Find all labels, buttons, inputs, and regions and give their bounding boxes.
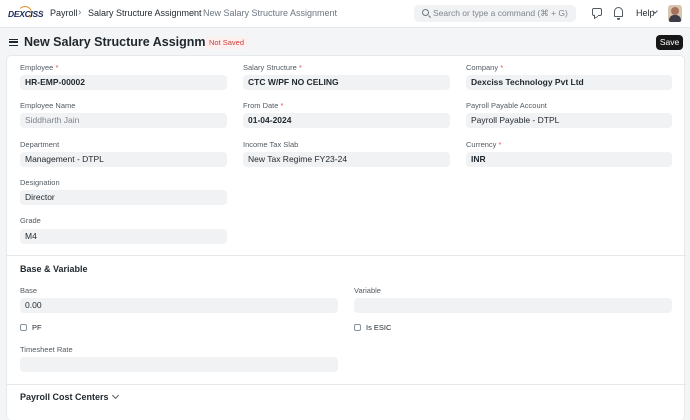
chevron-down-icon[interactable] [111, 391, 120, 400]
base-variable-section-title: Base & Variable [20, 264, 88, 274]
currency-field[interactable]: INR [466, 152, 672, 167]
income-tax-slab-field[interactable]: New Tax Regime FY23-24 [243, 152, 450, 167]
from-date-field[interactable]: 01-04-2024 [243, 113, 450, 128]
employee-name-field: Siddharth Jain [20, 113, 227, 128]
payroll-payable-account-field[interactable]: Payroll Payable - DTPL [466, 113, 672, 128]
from-date-label: From Date * [243, 101, 284, 110]
pf-label: PF [32, 323, 42, 332]
section-divider [7, 255, 686, 256]
search-placeholder: Search or type a command (⌘ + G) [433, 8, 568, 18]
sidebar-toggle-icon[interactable] [9, 39, 18, 46]
breadcrumb-payroll[interactable]: Payroll [50, 8, 78, 18]
search-bar[interactable]: Search or type a command (⌘ + G) [414, 5, 576, 22]
pf-checkbox[interactable] [20, 324, 27, 331]
search-icon [422, 9, 429, 16]
section-divider [7, 384, 686, 385]
salary-structure-label: Salary Structure * [243, 63, 302, 72]
navbar: DEXCISS › Payroll › Salary Structure Ass… [0, 0, 690, 28]
is-esic-label: Is ESIC [366, 323, 392, 332]
avatar[interactable] [668, 5, 682, 22]
currency-label: Currency * [466, 140, 502, 149]
is-esic-checkbox[interactable] [354, 324, 361, 331]
logo-text: DEXCISS [8, 9, 44, 19]
payroll-cost-centers-section-title[interactable]: Payroll Cost Centers [20, 392, 109, 402]
income-tax-slab-label: Income Tax Slab [243, 140, 299, 149]
breadcrumb-separator-icon: › [40, 7, 44, 18]
breadcrumb-salary-structure-assignment[interactable]: Salary Structure Assignment [88, 8, 202, 18]
department-label: Department [20, 140, 60, 149]
page-title: New Salary Structure Assignment [24, 35, 225, 49]
chat-icon[interactable] [592, 8, 602, 16]
variable-field[interactable] [354, 298, 672, 313]
designation-field[interactable]: Director [20, 190, 227, 205]
breadcrumb-separator-icon: › [78, 7, 82, 18]
company-label: Company * [466, 63, 504, 72]
app-logo[interactable]: DEXCISS [8, 5, 44, 23]
save-button[interactable]: Save [656, 35, 683, 50]
employee-name-label: Employee Name [20, 101, 76, 110]
department-field[interactable]: Management - DTPL [20, 152, 227, 167]
bell-icon[interactable] [614, 7, 623, 20]
breadcrumb-current: New Salary Structure Assignment [203, 8, 338, 18]
variable-label: Variable [354, 286, 381, 295]
employee-field[interactable]: HR-EMP-00002 [20, 75, 227, 90]
base-label: Base [20, 286, 38, 295]
timesheet-rate-field[interactable] [20, 357, 338, 372]
breadcrumb-separator-icon: › [193, 7, 197, 18]
avatar-body [669, 15, 681, 22]
timesheet-rate-label: Timesheet Rate [20, 345, 73, 354]
salary-structure-field[interactable]: CTC W/PF NO CELING [243, 75, 450, 90]
grade-field[interactable]: M4 [20, 229, 227, 244]
designation-label: Designation [20, 178, 60, 187]
avatar-head [671, 7, 679, 15]
payroll-payable-account-label: Payroll Payable Account [466, 101, 547, 110]
employee-label: Employee * [20, 63, 59, 72]
base-field[interactable]: 0.00 [20, 298, 338, 313]
status-badge: Not Saved [205, 37, 249, 49]
company-field[interactable]: Dexciss Technology Pvt Ltd [466, 75, 672, 90]
grade-label: Grade [20, 216, 41, 225]
form-card: Employee * HR-EMP-00002 Employee Name Si… [6, 55, 686, 420]
